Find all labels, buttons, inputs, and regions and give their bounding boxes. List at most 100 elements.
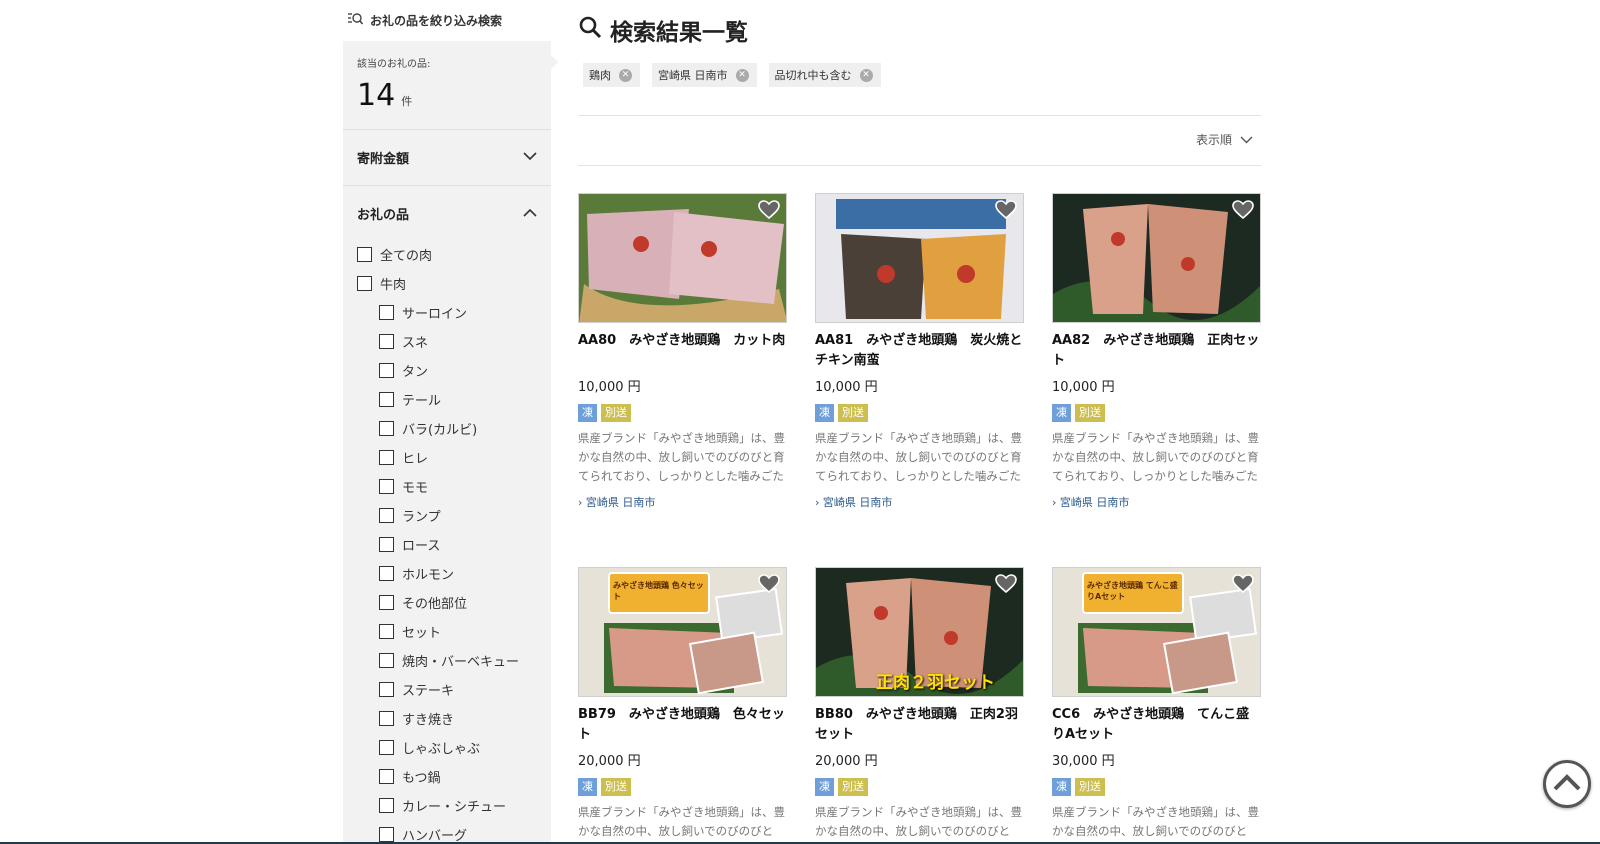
product-image-caption: 正肉２羽セット: [876, 673, 995, 693]
category-checkbox-item[interactable]: しゃぶしゃぶ: [357, 733, 551, 762]
location-link[interactable]: › 宮崎県 日南市: [815, 494, 1024, 510]
product-card[interactable]: AA82 みやざき地頭鶏 正肉セット 10,000 円凍別送 県産ブランド「みやざき…: [1052, 193, 1261, 510]
filter-tag[interactable]: 宮崎県 日南市 ✕: [652, 63, 757, 87]
category-checkbox-item[interactable]: ヒレ: [357, 443, 551, 472]
checkbox[interactable]: [379, 711, 394, 726]
category-checkbox-item[interactable]: テール: [357, 385, 551, 414]
location-label: 宮崎県 日南市: [585, 496, 656, 509]
category-checkbox-item[interactable]: タン: [357, 356, 551, 385]
category-checkbox-item[interactable]: サーロイン: [357, 298, 551, 327]
category-checkbox-item[interactable]: セット: [357, 617, 551, 646]
category-checkbox-item[interactable]: ランプ: [357, 501, 551, 530]
checkbox[interactable]: [379, 450, 394, 465]
checkbox[interactable]: [379, 798, 394, 813]
filter-search-header[interactable]: お礼の品を絞り込み検索: [343, 0, 551, 41]
product-card[interactable]: AA81 みやざき地頭鶏 炭火焼とチキン南蛮 10,000 円凍別送 県産ブランド「…: [815, 193, 1024, 510]
product-image-caption: みやざき地頭鶏 色々セット: [613, 581, 704, 601]
location-label: 宮崎県 日南市: [1059, 496, 1130, 509]
shipping-badge: 別送: [1075, 778, 1105, 796]
product-card[interactable]: みやざき地頭鶏 色々セット BB79 みやざき地頭鶏 色々セット 20,000 円凍…: [578, 567, 787, 844]
product-image[interactable]: [578, 193, 787, 323]
category-checkbox-item[interactable]: モモ: [357, 472, 551, 501]
close-icon[interactable]: ✕: [619, 68, 632, 82]
location-link[interactable]: › 宮崎県 日南市: [578, 494, 787, 510]
checkbox-label: ヒレ: [402, 452, 429, 467]
product-name[interactable]: CC6 みやざき地頭鶏 てんこ盛りAセット: [1052, 705, 1261, 745]
category-checkbox-item[interactable]: その他部位: [357, 588, 551, 617]
heart-icon[interactable]: [758, 574, 780, 598]
checkbox-label: バラ(カルビ): [402, 423, 478, 438]
checkbox[interactable]: [379, 740, 394, 755]
sort-dropdown[interactable]: 表示順: [1196, 131, 1253, 148]
checkbox[interactable]: [379, 363, 394, 378]
gift-label: お礼の品: [357, 207, 410, 223]
checkbox[interactable]: [379, 653, 394, 668]
chevron-down-icon: [1232, 133, 1253, 147]
heart-icon[interactable]: [758, 200, 780, 224]
product-price: 10,000 円: [1052, 380, 1115, 395]
product-image[interactable]: みやざき地頭鶏 色々セット: [578, 567, 787, 697]
category-checkbox-item[interactable]: ロース: [357, 530, 551, 559]
product-name[interactable]: AA80 みやざき地頭鶏 カット肉: [578, 331, 787, 371]
checkbox[interactable]: [379, 566, 394, 581]
category-checkbox-item[interactable]: もつ鍋: [357, 762, 551, 791]
donation-amount-accordion[interactable]: 寄附金額: [343, 130, 551, 186]
category-checkbox-item[interactable]: スネ: [357, 327, 551, 356]
checkbox[interactable]: [379, 305, 394, 320]
heart-icon[interactable]: [1232, 200, 1254, 224]
product-description: 県産ブランド「みやざき地頭鶏」は、豊かな自然の中、放し飼いでのびのびと育てられて…: [1052, 431, 1259, 483]
product-price: 20,000 円: [815, 754, 878, 769]
category-checkbox-item[interactable]: 牛肉: [357, 269, 551, 298]
shipping-badge: 別送: [1075, 404, 1105, 422]
close-icon[interactable]: ✕: [735, 68, 749, 82]
category-checkbox-item[interactable]: ハンバーグ: [357, 820, 551, 844]
checkbox[interactable]: [379, 537, 394, 552]
product-name[interactable]: AA81 みやざき地頭鶏 炭火焼とチキン南蛮: [815, 331, 1024, 371]
checkbox-label: スネ: [402, 336, 429, 351]
checkbox[interactable]: [379, 508, 394, 523]
product-card[interactable]: 正肉２羽セット BB80 みやざき地頭鶏 正肉2羽セット 20,000 円凍別送 県産…: [815, 567, 1024, 844]
product-image[interactable]: [815, 193, 1024, 323]
filter-tag[interactable]: 品切れ中も含む ✕: [768, 63, 881, 87]
location-link[interactable]: › 宮崎県 日南市: [1052, 494, 1261, 510]
gift-accordion[interactable]: お礼の品: [343, 186, 551, 240]
heart-icon[interactable]: [995, 574, 1017, 598]
scroll-to-top-button[interactable]: [1543, 760, 1591, 808]
heart-icon[interactable]: [995, 200, 1017, 224]
product-image[interactable]: みやざき地頭鶏 てんこ盛りAセット: [1052, 567, 1261, 697]
category-checkbox-item[interactable]: ステーキ: [357, 675, 551, 704]
category-checkbox-item[interactable]: バラ(カルビ): [357, 414, 551, 443]
category-checkbox-item[interactable]: 全ての肉: [357, 240, 551, 269]
product-name[interactable]: BB79 みやざき地頭鶏 色々セット: [578, 705, 787, 745]
checkbox-label: ホルモン: [402, 568, 455, 583]
category-checkbox-item[interactable]: 焼肉・バーベキュー: [357, 646, 551, 675]
product-image[interactable]: [1052, 193, 1261, 323]
product-image[interactable]: 正肉２羽セット: [815, 567, 1024, 697]
heart-icon[interactable]: [1232, 574, 1254, 598]
filter-tag[interactable]: 鶏肉 ✕: [583, 63, 640, 87]
checkbox[interactable]: [379, 479, 394, 494]
product-card[interactable]: みやざき地頭鶏 てんこ盛りAセット CC6 みやざき地頭鶏 てんこ盛りAセット 30…: [1052, 567, 1261, 844]
checkbox[interactable]: [357, 276, 372, 291]
checkbox[interactable]: [379, 421, 394, 436]
checkbox[interactable]: [379, 827, 394, 842]
checkbox[interactable]: [379, 595, 394, 610]
category-checkbox-item[interactable]: カレー・シチュー: [357, 791, 551, 820]
checkbox[interactable]: [379, 624, 394, 639]
checkbox[interactable]: [379, 334, 394, 349]
frozen-badge: 凍: [1052, 778, 1071, 796]
product-name[interactable]: AA82 みやざき地頭鶏 正肉セット: [1052, 331, 1261, 371]
checkbox[interactable]: [379, 392, 394, 407]
product-name[interactable]: BB80 みやざき地頭鶏 正肉2羽セット: [815, 705, 1024, 745]
checkbox[interactable]: [379, 682, 394, 697]
checkbox-label: 全ての肉: [380, 249, 433, 264]
category-checkbox-item[interactable]: ホルモン: [357, 559, 551, 588]
checkbox-label: その他部位: [402, 597, 468, 612]
checkbox-label: タン: [402, 365, 429, 380]
checkbox[interactable]: [357, 247, 372, 262]
close-icon[interactable]: ✕: [859, 68, 873, 82]
checkbox-label: すき焼き: [402, 713, 455, 728]
category-checkbox-item[interactable]: すき焼き: [357, 704, 551, 733]
product-card[interactable]: AA80 みやざき地頭鶏 カット肉 10,000 円凍別送 県産ブランド「みやざき地…: [578, 193, 787, 510]
checkbox[interactable]: [379, 769, 394, 784]
